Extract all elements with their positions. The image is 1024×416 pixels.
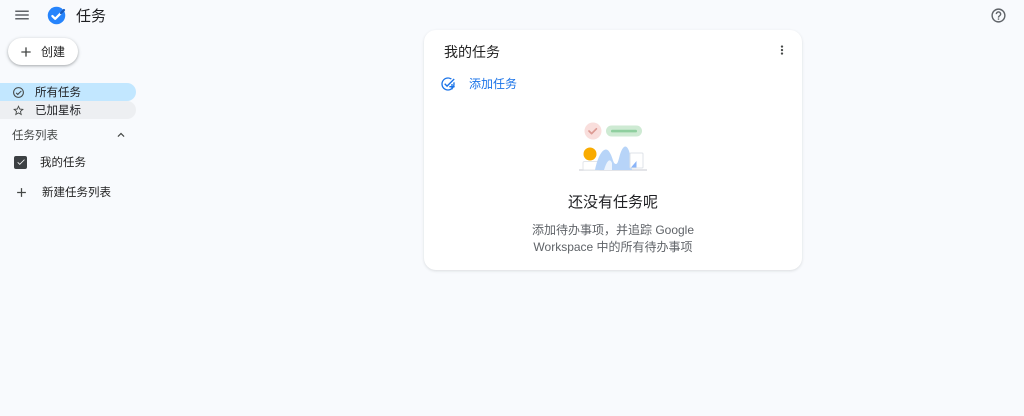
plus-icon [18, 44, 34, 60]
sidebar-new-list-button[interactable]: 新建任务列表 [0, 184, 145, 200]
tasks-logo-icon [46, 5, 67, 26]
empty-state-description-line1: 添加待办事项，并追踪 Google [532, 222, 694, 239]
task-lists-header-label: 任务列表 [12, 127, 58, 143]
sidebar-list-my-tasks[interactable]: 我的任务 [0, 154, 145, 170]
card-header: 我的任务 [424, 30, 802, 62]
plus-icon [14, 185, 29, 200]
empty-state-description-line2: Workspace 中的所有待办事项 [532, 239, 694, 256]
help-icon[interactable] [988, 5, 1008, 25]
empty-tasks-illustration [573, 120, 653, 179]
add-task-button[interactable]: 添加任务 [440, 75, 517, 92]
check-circle-icon [12, 86, 25, 99]
new-list-label: 新建任务列表 [42, 184, 111, 200]
topbar: 任务 [0, 0, 1024, 30]
task-list-card: 我的任务 添加任务 还没有任务呢 [424, 30, 802, 270]
add-task-icon [440, 76, 456, 92]
list-item-label: 我的任务 [40, 154, 86, 170]
add-task-label: 添加任务 [469, 75, 517, 92]
sidebar-item-label: 已加星标 [35, 102, 81, 118]
empty-state: 还没有任务呢 添加待办事项，并追踪 Google Workspace 中的所有待… [424, 120, 802, 256]
kebab-menu-icon[interactable] [772, 40, 792, 60]
checked-checkbox-icon [14, 156, 27, 169]
sidebar-item-starred[interactable]: 已加星标 [0, 101, 136, 119]
create-button[interactable]: 创建 [8, 38, 78, 65]
sidebar: 创建 所有任务 已加星标 任务列表 我的任务 新建任务列表 [0, 30, 145, 200]
hamburger-icon[interactable] [10, 3, 34, 27]
chevron-up-icon[interactable] [113, 127, 129, 143]
app-title: 任务 [76, 5, 106, 26]
card-title: 我的任务 [444, 42, 500, 62]
empty-state-title: 还没有任务呢 [568, 191, 658, 212]
task-lists-section-header: 任务列表 [0, 127, 145, 143]
sidebar-nav: 所有任务 已加星标 [0, 83, 145, 119]
sidebar-item-all-tasks[interactable]: 所有任务 [0, 83, 136, 101]
sidebar-item-label: 所有任务 [35, 84, 81, 100]
star-icon [12, 104, 25, 117]
create-button-label: 创建 [41, 43, 65, 60]
empty-state-description: 添加待办事项，并追踪 Google Workspace 中的所有待办事项 [532, 222, 694, 256]
